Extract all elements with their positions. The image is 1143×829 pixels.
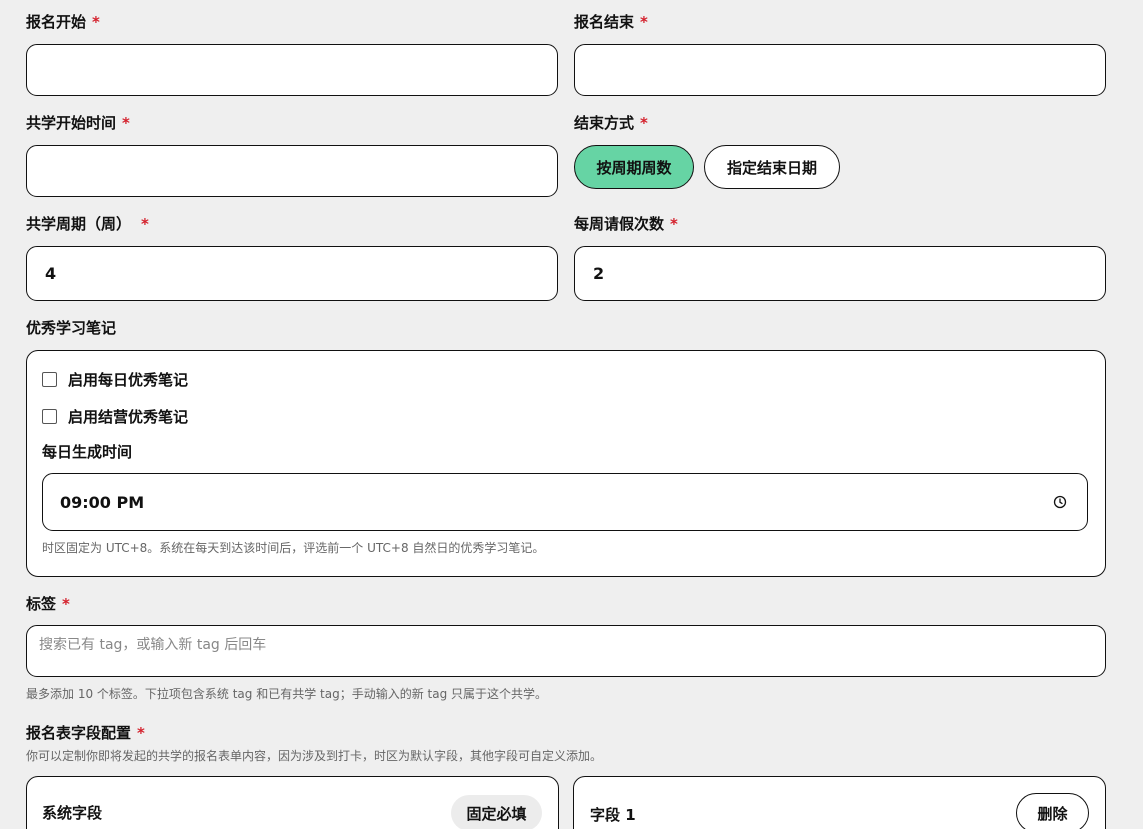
required-mark: * — [670, 215, 678, 233]
tags-help-text: 最多添加 10 个标签。下拉项包含系统 tag 和已有共学 tag；手动输入的新… — [26, 687, 548, 701]
study-start-label-text: 共学开始时间 — [26, 114, 117, 132]
tags-label-text: 标签 — [26, 595, 57, 613]
required-mark: * — [640, 114, 648, 132]
fixed-required-badge: 固定必填 — [451, 795, 542, 829]
required-mark: * — [62, 595, 70, 613]
form-config-help-text: 你可以定制你即将发起的共学的报名表单内容，因为涉及到打卡，时区为默认字段，其他字… — [26, 749, 603, 763]
generate-time-input[interactable]: 09:00 PM — [42, 473, 1088, 531]
tag-search-placeholder: 搜索已有 tag，或输入新 tag 后回车 — [39, 637, 267, 653]
notes-help-text: 时区固定为 UTC+8。系统在每天到达该时间后，评选前一个 UTC+8 自然日的… — [42, 541, 545, 555]
field-1-card: 字段 1 删除 — [573, 776, 1106, 829]
signup-end-input[interactable] — [574, 44, 1106, 96]
generate-time-label: 每日生成时间 — [42, 443, 133, 461]
camp-notes-label: 启用结营优秀笔记 — [68, 408, 189, 426]
daily-notes-label: 启用每日优秀笔记 — [68, 371, 189, 389]
study-start-input[interactable] — [26, 145, 558, 197]
generate-time-value: 09:00 PM — [60, 492, 145, 512]
study-weeks-input[interactable]: 4 — [26, 246, 558, 301]
weekly-leave-input[interactable]: 2 — [574, 246, 1106, 301]
camp-notes-option[interactable]: 启用结营优秀笔记 — [42, 406, 188, 427]
form-config-label-text: 报名表字段配置 — [26, 724, 132, 742]
study-weeks-label-text: 共学周期（周） — [26, 215, 132, 233]
required-mark: * — [137, 724, 145, 742]
system-field-title: 系统字段 — [42, 804, 103, 822]
weekly-leave-label: 每周请假次数 * — [574, 214, 678, 234]
end-mode-label: 结束方式 * — [574, 113, 648, 133]
camp-notes-checkbox[interactable] — [42, 409, 57, 424]
notes-panel: 启用每日优秀笔记 启用结营优秀笔记 每日生成时间 09:00 PM 时区固定为 … — [26, 350, 1106, 577]
end-mode-label-text: 结束方式 — [574, 114, 635, 132]
delete-field-button[interactable]: 删除 — [1016, 793, 1089, 829]
end-mode-option-date[interactable]: 指定结束日期 — [704, 145, 840, 189]
daily-notes-option[interactable]: 启用每日优秀笔记 — [42, 369, 188, 390]
signup-end-label-text: 报名结束 — [574, 13, 635, 31]
field-1-title: 字段 1 — [590, 806, 636, 824]
tags-label: 标签 * — [26, 594, 70, 614]
form-config-label: 报名表字段配置 * — [26, 723, 145, 743]
clock-icon-svg — [1053, 495, 1067, 509]
signup-start-input[interactable] — [26, 44, 558, 96]
system-field-card: 系统字段 固定必填 — [26, 776, 559, 829]
required-mark: * — [122, 114, 130, 132]
required-mark: * — [640, 13, 648, 31]
signup-settings-form: 报名开始 * 报名结束 * 共学开始时间 * 结束方式 * 按周期周数 指定结束日期 共… — [0, 0, 1143, 829]
signup-start-label-text: 报名开始 — [26, 13, 87, 31]
end-mode-option-weeks[interactable]: 按周期周数 — [574, 145, 694, 189]
signup-end-label: 报名结束 * — [574, 12, 648, 32]
study-weeks-label: 共学周期（周） * — [26, 214, 149, 234]
weekly-leave-label-text: 每周请假次数 — [574, 215, 665, 233]
study-start-label: 共学开始时间 * — [26, 113, 130, 133]
daily-notes-checkbox[interactable] — [42, 372, 57, 387]
signup-start-label: 报名开始 * — [26, 12, 100, 32]
clock-icon[interactable] — [1053, 494, 1067, 509]
required-mark: * — [141, 215, 149, 233]
notes-section-label: 优秀学习笔记 — [26, 319, 117, 337]
required-mark: * — [92, 13, 100, 31]
tag-search-input[interactable]: 搜索已有 tag，或输入新 tag 后回车 — [26, 625, 1106, 677]
